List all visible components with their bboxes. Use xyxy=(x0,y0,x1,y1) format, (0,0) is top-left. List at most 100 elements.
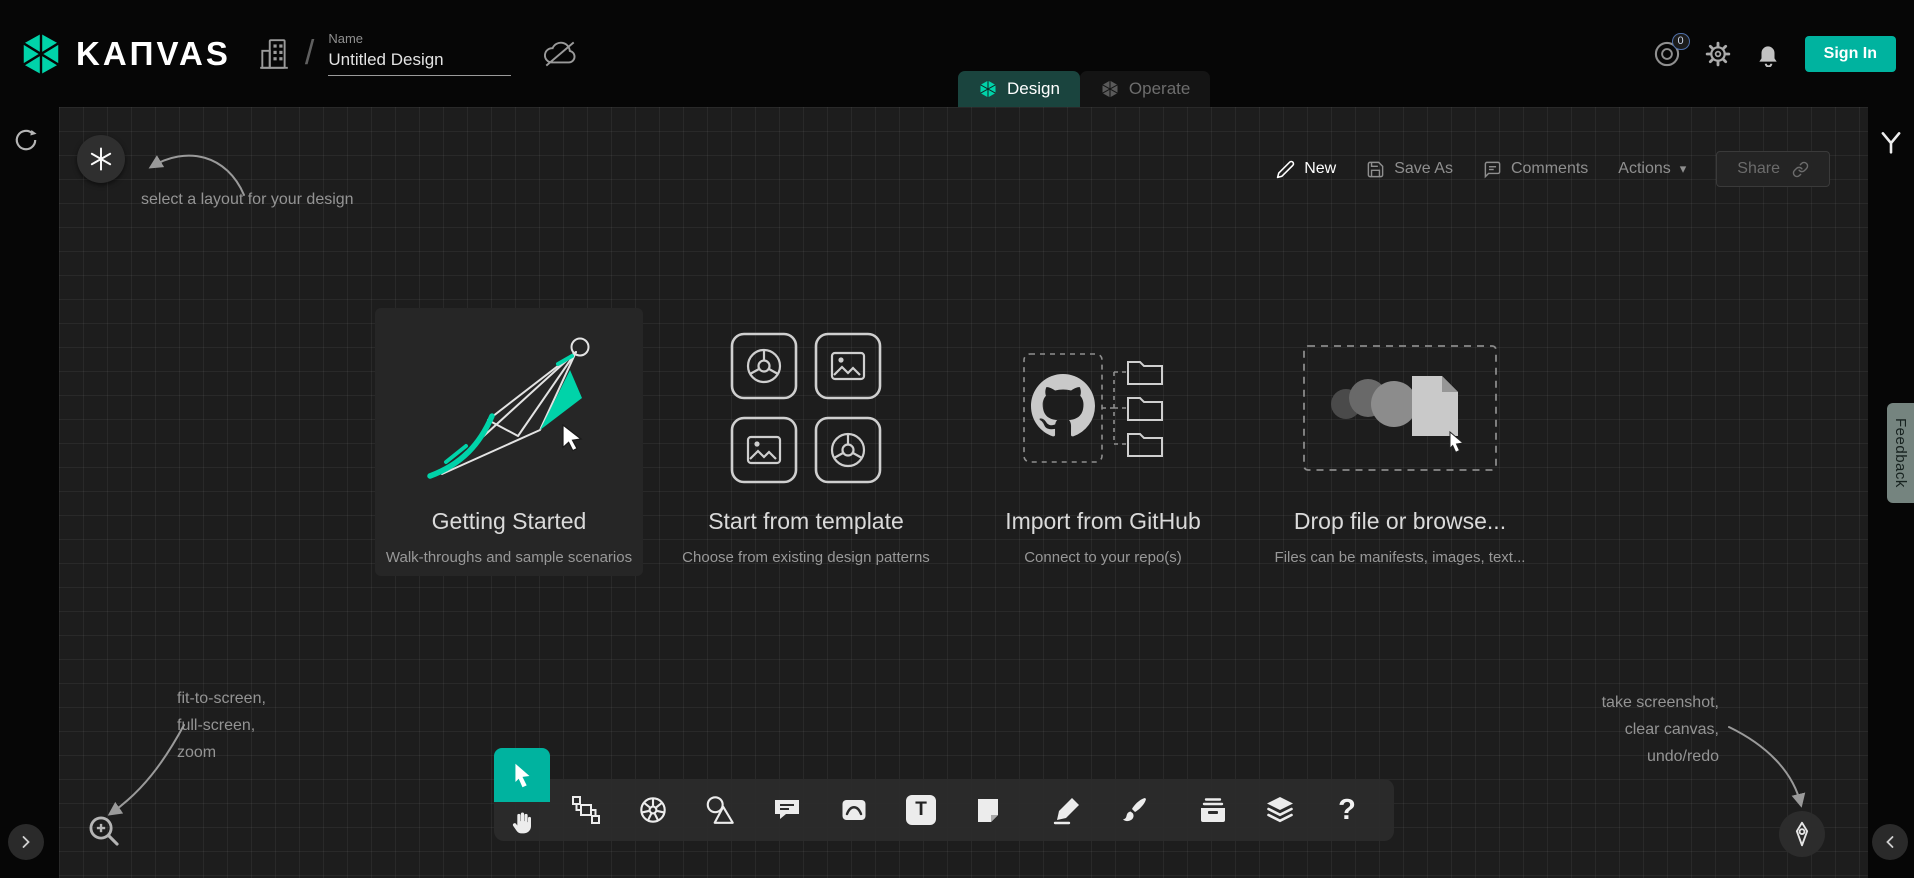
kanvas-logo-icon xyxy=(18,31,64,77)
kanvas-app: KAΠVAS / Name Design xyxy=(0,0,1914,878)
cursor-arrow-icon xyxy=(507,759,537,791)
comment-tool-button[interactable] xyxy=(765,788,809,832)
operate-tab-icon xyxy=(1100,79,1120,99)
expand-left-panel-button[interactable] xyxy=(8,824,44,860)
dock-icon-row: T xyxy=(564,779,1369,841)
chevron-right-icon xyxy=(16,832,36,852)
text-tool-tile: T xyxy=(906,795,936,825)
path-separator: / xyxy=(305,34,314,73)
left-rail xyxy=(0,107,59,878)
link-icon xyxy=(1792,161,1809,178)
annotate-pen-icon xyxy=(1051,794,1083,826)
new-button[interactable]: New xyxy=(1276,160,1336,179)
shapes-icon xyxy=(703,793,737,827)
brush-tool-button[interactable] xyxy=(1112,788,1156,832)
card-title: Drop file or browse... xyxy=(1294,508,1506,535)
text-tool-glyph: T xyxy=(915,799,927,821)
cursor-tool-button[interactable] xyxy=(494,748,550,802)
chevron-left-icon xyxy=(1880,832,1900,852)
app-header: KAΠVAS / Name Design xyxy=(0,0,1914,107)
right-rail: Feedback xyxy=(1868,107,1914,878)
sync-spiral-icon[interactable] xyxy=(13,127,39,153)
settings-gear-icon[interactable] xyxy=(1705,41,1731,67)
tab-design[interactable]: Design xyxy=(958,71,1080,107)
organization-building-icon[interactable] xyxy=(259,37,289,71)
rocket-illustration xyxy=(394,326,624,491)
hint-arrow-bottom-right xyxy=(1721,719,1816,814)
tool-dock: T xyxy=(494,748,1394,844)
pen-tool-button[interactable] xyxy=(1779,811,1825,857)
name-label: Name xyxy=(328,31,511,46)
components-flow-icon xyxy=(570,794,602,826)
layout-hint-text: select a layout for your design xyxy=(141,191,354,209)
comment-tool-icon xyxy=(771,794,803,826)
annotate-pen-tool-button[interactable] xyxy=(1045,788,1089,832)
layout-selector-button[interactable] xyxy=(77,135,125,183)
card-subtitle: Choose from existing design patterns xyxy=(682,549,930,566)
pen-nib-icon xyxy=(1787,819,1817,849)
whiteboard-icon xyxy=(838,794,870,826)
mode-tabs: Design Operate xyxy=(958,71,1210,107)
snowflake-layout-icon xyxy=(88,146,114,172)
zoom-hints-text: fit-to-screen, full-screen, zoom xyxy=(177,685,266,766)
design-canvas[interactable]: select a layout for your design New Save… xyxy=(59,107,1868,878)
drawer-archive-icon xyxy=(1197,794,1229,826)
drop-file-card[interactable]: Drop file or browse... Files can be mani… xyxy=(1266,308,1534,576)
kubernetes-tool-button[interactable] xyxy=(631,788,675,832)
comment-bubble-icon xyxy=(1483,160,1502,179)
actions-dropdown[interactable]: Actions ▾ xyxy=(1618,160,1686,178)
kanvas-logo: KAΠVAS xyxy=(18,31,231,77)
header-actions: 0 Sign In xyxy=(1653,36,1896,72)
whiteboard-tool-button[interactable] xyxy=(832,788,876,832)
credits-button[interactable]: 0 xyxy=(1653,40,1681,68)
drop-zone-illustration xyxy=(1300,342,1500,474)
text-tool-button[interactable]: T xyxy=(899,788,943,832)
zoom-button[interactable] xyxy=(83,811,125,853)
collapse-right-panel-button[interactable] xyxy=(1872,824,1908,860)
logo-text: KAΠVAS xyxy=(76,35,231,73)
card-subtitle: Files can be manifests, images, text... xyxy=(1275,549,1526,566)
components-tool-button[interactable] xyxy=(564,788,608,832)
workspace: select a layout for your design New Save… xyxy=(0,107,1914,878)
pan-hand-tool-button[interactable] xyxy=(500,803,544,843)
card-title: Start from template xyxy=(708,508,904,535)
feedback-tab[interactable]: Feedback xyxy=(1887,403,1914,503)
shapes-tool-button[interactable] xyxy=(698,788,742,832)
comments-button[interactable]: Comments xyxy=(1483,160,1588,179)
sticky-note-icon xyxy=(972,794,1004,826)
start-from-template-card[interactable]: Start from template Choose from existing… xyxy=(672,308,940,576)
pencil-icon xyxy=(1276,160,1295,179)
comments-label: Comments xyxy=(1511,160,1588,178)
tab-operate[interactable]: Operate xyxy=(1080,71,1210,107)
share-button[interactable]: Share xyxy=(1716,151,1830,187)
card-title: Getting Started xyxy=(432,508,587,535)
getting-started-card[interactable]: Getting Started Walk-throughs and sample… xyxy=(375,308,643,576)
layers-tool-button[interactable] xyxy=(1258,788,1302,832)
design-tab-icon xyxy=(978,79,998,99)
kubernetes-wheel-icon xyxy=(636,793,670,827)
notifications-bell-icon[interactable] xyxy=(1755,41,1781,67)
hint-line: fit-to-screen, xyxy=(177,685,266,712)
note-tool-button[interactable] xyxy=(966,788,1010,832)
credits-badge: 0 xyxy=(1672,33,1690,50)
kanvas-y-icon[interactable] xyxy=(1878,129,1904,155)
import-from-github-card[interactable]: Import from GitHub Connect to your repo(… xyxy=(969,308,1237,576)
card-subtitle: Connect to your repo(s) xyxy=(1024,549,1182,566)
card-title: Import from GitHub xyxy=(1005,508,1201,535)
design-name-input[interactable] xyxy=(328,48,511,76)
github-illustration xyxy=(969,308,1237,508)
hint-line: full-screen, xyxy=(177,712,266,739)
hand-grab-icon xyxy=(507,808,537,838)
sign-in-button[interactable]: Sign In xyxy=(1805,36,1896,72)
share-label: Share xyxy=(1737,160,1780,178)
layers-icon xyxy=(1264,794,1296,826)
canvas-actions-hints-text: take screenshot, clear canvas, undo/redo xyxy=(1509,689,1719,770)
drawer-tool-button[interactable] xyxy=(1191,788,1235,832)
cloud-offline-icon[interactable] xyxy=(541,39,579,69)
save-as-button[interactable]: Save As xyxy=(1366,160,1453,179)
template-illustration xyxy=(672,308,940,508)
help-tool-button[interactable]: ? xyxy=(1325,788,1369,832)
starter-cards: Getting Started Walk-throughs and sample… xyxy=(375,308,1534,576)
tab-operate-label: Operate xyxy=(1129,79,1190,99)
save-floppy-icon xyxy=(1366,160,1385,179)
